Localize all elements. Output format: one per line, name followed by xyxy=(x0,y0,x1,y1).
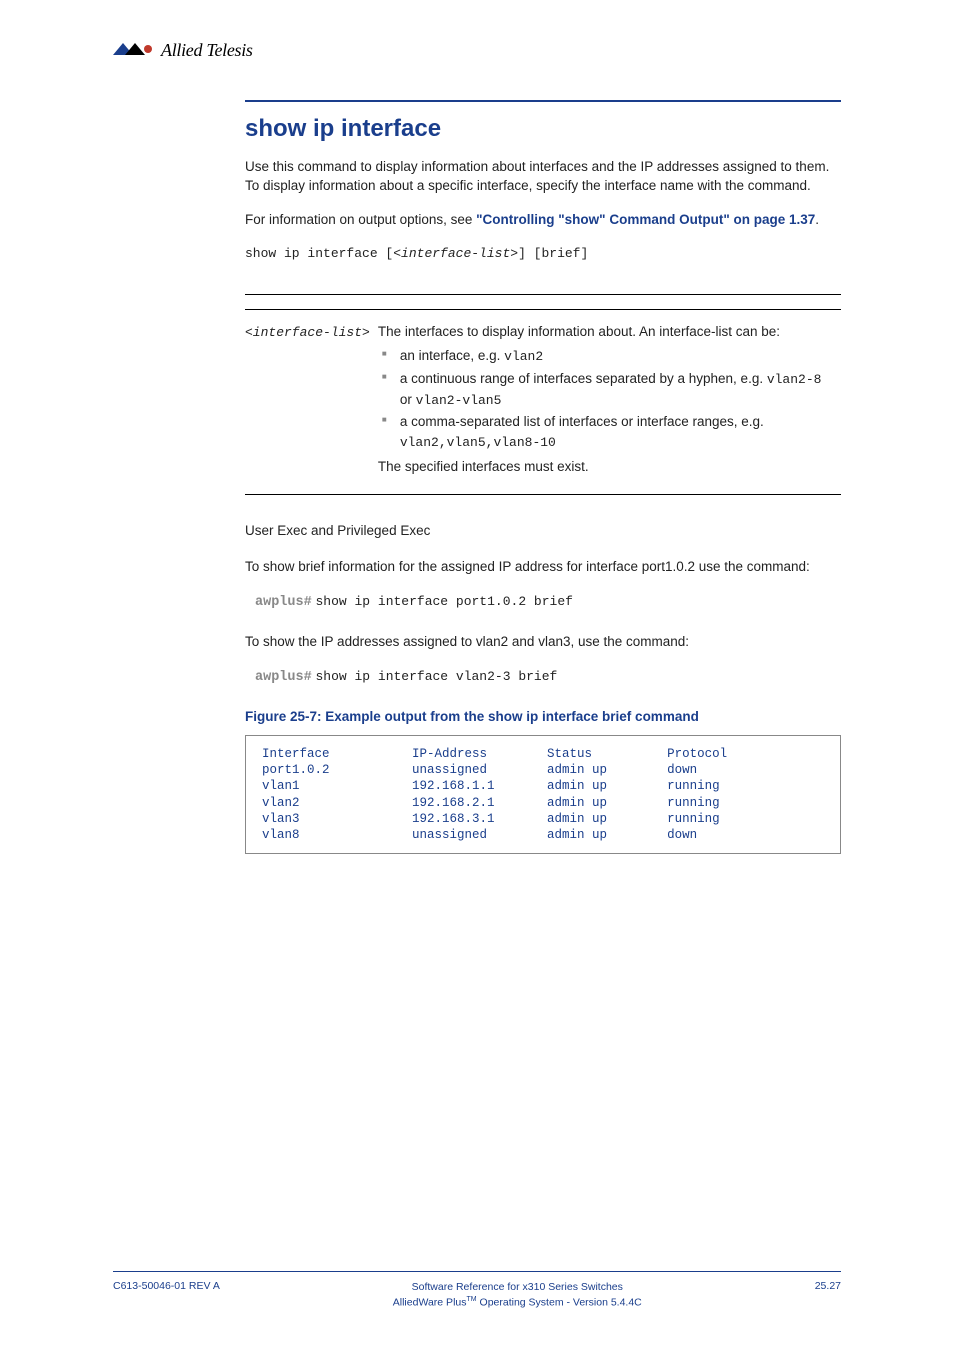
list-item: a continuous range of interfaces separat… xyxy=(396,369,833,411)
footer-right: 25.27 xyxy=(815,1280,841,1292)
li-join: or xyxy=(400,392,416,407)
page-footer: C613-50046-01 REV A Software Reference f… xyxy=(113,1271,841,1310)
syntax-post: ] [brief] xyxy=(518,246,588,261)
command-title: show ip interface xyxy=(245,112,841,147)
examples-row: Examples To show brief information for t… xyxy=(245,557,841,577)
cli-prompt: awplus# xyxy=(255,595,312,610)
li-code: vlan2 xyxy=(504,349,543,364)
footer-left: C613-50046-01 REV A xyxy=(113,1280,220,1292)
footer-center: Software Reference for x310 Series Switc… xyxy=(393,1280,642,1310)
mode-row: Mode User Exec and Privileged Exec xyxy=(245,521,841,541)
tm-mark: TM xyxy=(467,1296,477,1303)
syntax-row: Syntax show ip interface [<interface-lis… xyxy=(245,243,841,264)
brand-header: Allied Telesis xyxy=(113,30,841,70)
parameter-table: <interface-list> The interfaces to displ… xyxy=(245,318,841,480)
desc-outro: The specified interfaces must exist. xyxy=(378,457,833,477)
footer-center-line2-pre: AlliedWare Plus xyxy=(393,1296,467,1308)
info-paragraph: For information on output options, see "… xyxy=(245,210,841,230)
desc-list: an interface, e.g. vlan2 a continuous ra… xyxy=(378,346,833,453)
example1-text: To show brief information for the assign… xyxy=(245,557,841,577)
footer-center-line1: Software Reference for x310 Series Switc… xyxy=(412,1281,623,1293)
param-name: <interface-list> xyxy=(245,325,370,340)
table-top-rule xyxy=(245,294,841,295)
table-row: <interface-list> The interfaces to displ… xyxy=(245,318,841,480)
mode-text: User Exec and Privileged Exec xyxy=(245,523,430,538)
table-header-rule xyxy=(245,309,841,310)
output-row: Output Figure 25-7: Example output from … xyxy=(245,707,841,727)
footer-line: C613-50046-01 REV A Software Reference f… xyxy=(113,1280,841,1310)
example1-cmd-line: awplus# show ip interface port1.0.2 brie… xyxy=(255,591,841,613)
footer-center-line2-post: Operating System - Version 5.4.4C xyxy=(477,1296,642,1308)
info-prefix: For information on output options, see xyxy=(245,212,476,227)
syntax-param: <interface-list> xyxy=(393,246,518,261)
logo-icon xyxy=(113,41,155,59)
li-code: vlan2-8 xyxy=(767,372,822,387)
list-item: a comma-separated list of interfaces or … xyxy=(396,412,833,452)
table-bottom-rule xyxy=(245,494,841,495)
li-code: vlan2,vlan5,vlan8-10 xyxy=(400,435,556,450)
main-content: show ip interface Use this command to di… xyxy=(113,112,841,854)
cli-prompt: awplus# xyxy=(255,670,312,685)
li-text: a comma-separated list of interfaces or … xyxy=(400,414,764,429)
syntax-pre: show ip interface [ xyxy=(245,246,393,261)
info-link[interactable]: "Controlling "show" Command Output" on p… xyxy=(476,212,815,227)
list-item: an interface, e.g. vlan2 xyxy=(396,346,833,367)
desc-intro: The interfaces to display information ab… xyxy=(378,322,833,342)
li-code: vlan2-vlan5 xyxy=(416,393,502,408)
example2-cmd-line: awplus# show ip interface vlan2-3 brief xyxy=(255,666,841,688)
footer-rule xyxy=(113,1271,841,1272)
section-rule xyxy=(245,100,841,102)
li-text: a continuous range of interfaces separat… xyxy=(400,371,767,386)
figure-caption: Figure 25-7: Example output from the sho… xyxy=(245,709,699,724)
intro-paragraph: Use this command to display information … xyxy=(245,157,841,196)
syntax-code: show ip interface [<interface-list>] [br… xyxy=(245,246,588,261)
example2-text: To show the IP addresses assigned to vla… xyxy=(245,632,841,652)
example1-cmd: show ip interface port1.0.2 brief xyxy=(315,594,572,609)
desc-cell: The interfaces to display information ab… xyxy=(378,318,841,480)
param-cell: <interface-list> xyxy=(245,318,378,480)
brand-text: Allied Telesis xyxy=(161,40,253,61)
example2-cmd: show ip interface vlan2-3 brief xyxy=(315,669,557,684)
page: Allied Telesis show ip interface Use thi… xyxy=(0,0,954,1350)
output-box: Interface IP-Address Status Protocol por… xyxy=(245,735,841,855)
info-suffix: . xyxy=(815,212,819,227)
li-text: an interface, e.g. xyxy=(400,348,504,363)
